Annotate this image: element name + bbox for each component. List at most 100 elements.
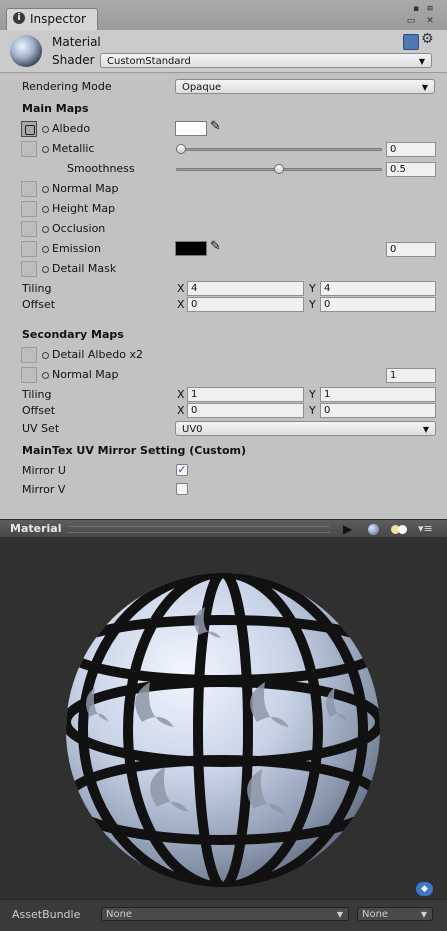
mirror-u-label: Mirror U xyxy=(22,464,66,477)
preview-drag-handle[interactable] xyxy=(68,526,330,533)
main-tiling-x-label: X xyxy=(177,282,185,295)
detail-mask-picker-icon[interactable] xyxy=(42,266,49,273)
uv-set-dropdown[interactable]: UV0 ▼ xyxy=(175,421,436,436)
play-icon[interactable]: ▶ xyxy=(343,522,352,536)
secondary-tiling-x-field[interactable]: 1 xyxy=(187,387,304,402)
secondary-offset-x-label: X xyxy=(177,404,185,417)
emission-value-field[interactable]: 0 xyxy=(386,242,436,257)
normal-map-texture-slot[interactable] xyxy=(21,181,37,197)
shader-dropdown-value: CustomStandard xyxy=(107,56,191,67)
albedo-picker-icon[interactable] xyxy=(42,126,49,133)
secondary-tiling-x-label: X xyxy=(177,388,185,401)
tab-inspector-label: Inspector xyxy=(30,12,86,26)
secondary-tiling-y-label: Y xyxy=(309,388,316,401)
main-maps-heading: Main Maps xyxy=(22,102,89,115)
main-offset-x-label: X xyxy=(177,298,185,311)
metallic-texture-slot[interactable] xyxy=(21,141,37,157)
preview-sphere-icon[interactable] xyxy=(368,524,379,535)
mirror-u-checkbox[interactable]: ✓ xyxy=(176,464,188,476)
chevron-down-icon: ▼ xyxy=(336,910,343,919)
preview-sphere xyxy=(66,573,380,887)
main-offset-y-label: Y xyxy=(309,298,316,311)
asset-bundle-name-dropdown[interactable]: None ▼ xyxy=(101,907,349,921)
secondary-offset-y-label: Y xyxy=(309,404,316,417)
preview-menu-icon[interactable]: ▾≡ xyxy=(418,522,433,535)
albedo-texture-slot[interactable] xyxy=(21,121,37,137)
metallic-picker-icon[interactable] xyxy=(42,146,49,153)
albedo-label: Albedo xyxy=(52,122,91,135)
emission-label: Emission xyxy=(52,242,101,255)
occlusion-label: Occlusion xyxy=(52,222,106,235)
smoothness-value-field[interactable]: 0.5 xyxy=(386,162,436,177)
detail-mask-texture-slot[interactable] xyxy=(21,261,37,277)
secondary-tiling-y-field[interactable]: 1 xyxy=(320,387,436,402)
material-preview-area[interactable]: ◆ xyxy=(0,537,447,899)
preview-title: Material xyxy=(10,522,62,535)
material-title: Material xyxy=(52,35,101,49)
normal-map-label: Normal Map xyxy=(52,182,119,195)
detail-mask-label: Detail Mask xyxy=(52,262,117,275)
main-offset-x-field[interactable]: 0 xyxy=(187,297,304,312)
metallic-slider-thumb[interactable] xyxy=(176,144,186,154)
eyedropper-icon[interactable]: ✎ xyxy=(210,119,221,134)
secondary-maps-heading: Secondary Maps xyxy=(22,328,124,341)
chevron-down-icon: ▼ xyxy=(421,83,428,92)
eyedropper-icon[interactable]: ✎ xyxy=(210,239,221,254)
secondary-normal-map-texture-slot[interactable] xyxy=(21,367,37,383)
secondary-offset-x-field[interactable]: 0 xyxy=(187,403,304,418)
secondary-tiling-label: Tiling xyxy=(22,388,52,401)
mirror-v-label: Mirror V xyxy=(22,483,66,496)
info-icon: i xyxy=(13,12,25,24)
detail-albedo-texture-slot[interactable] xyxy=(21,347,37,363)
tab-inspector[interactable]: i Inspector xyxy=(6,8,98,31)
metallic-value-field[interactable]: 0 xyxy=(386,142,436,157)
lock-icon[interactable]: ▪ xyxy=(410,4,422,14)
secondary-offset-y-field[interactable]: 0 xyxy=(320,403,436,418)
emission-texture-slot[interactable] xyxy=(21,241,37,257)
main-tiling-x-field[interactable]: 4 xyxy=(187,281,304,296)
asset-bundle-variant-value: None xyxy=(362,909,389,920)
secondary-offset-label: Offset xyxy=(22,404,56,417)
smoothness-label: Smoothness xyxy=(67,162,135,175)
main-tiling-label: Tiling xyxy=(22,282,52,295)
asset-bundle-name-value: None xyxy=(106,909,133,920)
shader-dropdown[interactable]: CustomStandard ▼ xyxy=(100,53,432,68)
chevron-down-icon: ▼ xyxy=(418,57,425,66)
secondary-normal-map-picker-icon[interactable] xyxy=(42,372,49,379)
main-tiling-y-field[interactable]: 4 xyxy=(320,281,436,296)
mirror-heading: MainTex UV Mirror Setting (Custom) xyxy=(22,444,247,457)
metallic-label: Metallic xyxy=(52,142,95,155)
chevron-down-icon: ▼ xyxy=(422,425,429,434)
mirror-v-checkbox[interactable] xyxy=(176,483,188,495)
uv-set-label: UV Set xyxy=(22,422,60,435)
asset-bundle-variant-dropdown[interactable]: None ▼ xyxy=(357,907,433,921)
emission-picker-icon[interactable] xyxy=(42,246,49,253)
height-map-texture-slot[interactable] xyxy=(21,201,37,217)
rendering-mode-label: Rendering Mode xyxy=(22,80,112,93)
emission-color-swatch[interactable] xyxy=(175,241,207,256)
detail-albedo-picker-icon[interactable] xyxy=(42,352,49,359)
main-tiling-y-label: Y xyxy=(309,282,316,295)
light-icon-2[interactable] xyxy=(398,525,407,534)
albedo-color-swatch[interactable] xyxy=(175,121,207,136)
secondary-normal-map-label: Normal Map xyxy=(52,368,119,381)
minimize-icon[interactable]: ▭ xyxy=(405,16,417,26)
help-book-icon[interactable] xyxy=(403,34,419,50)
gear-icon[interactable]: ⚙ xyxy=(421,31,434,47)
smoothness-slider-thumb[interactable] xyxy=(274,164,284,174)
tag-icon[interactable]: ◆ xyxy=(416,882,433,896)
window-menu-icon[interactable]: ≡ xyxy=(424,4,436,14)
metallic-slider-track[interactable] xyxy=(176,148,382,151)
secondary-normal-map-scale-field[interactable]: 1 xyxy=(386,368,436,383)
shader-label: Shader xyxy=(52,53,95,67)
occlusion-texture-slot[interactable] xyxy=(21,221,37,237)
normal-map-picker-icon[interactable] xyxy=(42,186,49,193)
chevron-down-icon: ▼ xyxy=(420,910,427,919)
rendering-mode-dropdown[interactable]: Opaque ▼ xyxy=(175,79,435,94)
close-icon[interactable]: ✕ xyxy=(424,16,436,26)
window-tab-bar: i Inspector ▪ ≡ ▭ ✕ xyxy=(0,0,447,31)
main-offset-y-field[interactable]: 0 xyxy=(320,297,436,312)
occlusion-picker-icon[interactable] xyxy=(42,226,49,233)
uv-set-value: UV0 xyxy=(182,424,203,435)
height-map-picker-icon[interactable] xyxy=(42,206,49,213)
